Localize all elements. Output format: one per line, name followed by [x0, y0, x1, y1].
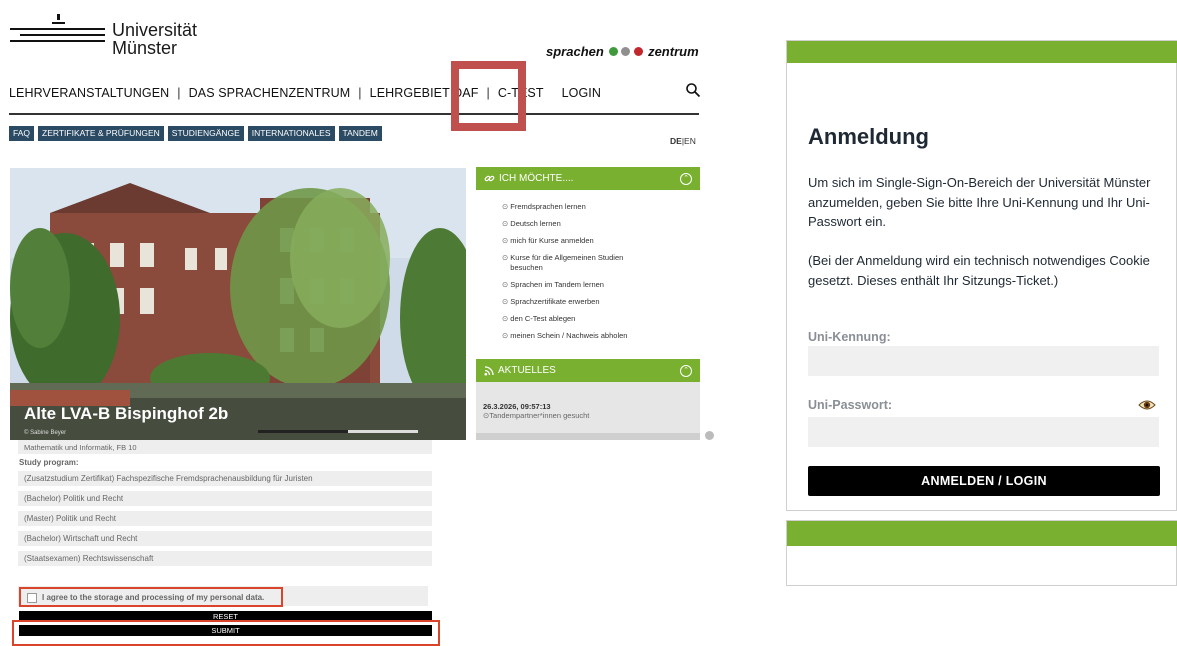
- university-logo-icon[interactable]: [10, 14, 105, 44]
- subnav-zertifikate[interactable]: ZERTIFIKATE & PRÜFUNGEN: [38, 126, 164, 141]
- subnav-internationales[interactable]: INTERNATIONALES: [247, 126, 335, 141]
- want-list: ⊙ Fremdsprachen lernen ⊙ Deutsch lernen ⊙ m…: [476, 190, 700, 341]
- news-entry[interactable]: 26.3.2026, 09:57:13 ⊙Tandempartner*innen…: [476, 382, 700, 420]
- consent-label[interactable]: I agree to the storage and processing of…: [42, 593, 264, 602]
- login-header-bar: [787, 41, 1177, 63]
- arrow-circle-icon: ⊙: [502, 297, 509, 306]
- news-item-link[interactable]: ⊙Tandempartner*innen gesucht: [483, 411, 693, 420]
- arrow-circle-icon: ⊙: [502, 219, 509, 228]
- list-item-label: Fremdsprachen lernen: [510, 202, 586, 211]
- news-widget-footer: [476, 433, 700, 440]
- list-item[interactable]: ⊙ Deutsch lernen: [502, 219, 700, 229]
- login-button[interactable]: ANMELDEN / LOGIN: [808, 466, 1160, 496]
- search-icon[interactable]: [685, 82, 701, 98]
- university-name: Universität Münster: [112, 21, 197, 57]
- news-item-label: Tandempartner*innen gesucht: [489, 411, 590, 420]
- rss-icon: [484, 365, 494, 375]
- study-program-option[interactable]: (Zusatzstudium Zertifikat) Fachspezifisc…: [18, 471, 432, 486]
- collapse-icon[interactable]: ⌃: [680, 364, 692, 377]
- nav-separator: |: [177, 86, 181, 100]
- faculty-field: Mathematik und Informatik, FB 10: [18, 440, 432, 454]
- scroll-handle[interactable]: [705, 431, 714, 440]
- arrow-circle-icon: ⊙: [502, 236, 509, 245]
- study-program-option[interactable]: (Staatsexamen) Rechtswissenschaft: [18, 551, 432, 566]
- login-title: Anmeldung: [808, 124, 929, 149]
- list-item-label: den C-Test ablegen: [510, 314, 576, 323]
- lang-en[interactable]: EN: [684, 136, 696, 146]
- list-item-label: meinen Schein / Nachweis abholen: [510, 331, 628, 340]
- study-program-option[interactable]: (Bachelor) Wirtschaft und Recht: [18, 531, 432, 546]
- news-date: 26.3.2026, 09:57:13: [483, 402, 551, 411]
- subnav-studiengaenge[interactable]: STUDIENGÄNGE: [167, 126, 244, 141]
- university-name-line1: Universität: [112, 20, 198, 40]
- logo-text-left: sprachen: [546, 44, 604, 59]
- university-name-line2: Münster: [112, 38, 178, 58]
- news-widget-header[interactable]: AKTUELLES ⌃: [476, 359, 700, 382]
- list-item[interactable]: ⊙ den C-Test ablegen: [502, 314, 700, 324]
- hero-caption: Alte LVA-B Bispinghof 2b: [24, 404, 229, 423]
- list-item-label: Sprachen im Tandem lernen: [510, 280, 604, 289]
- logo-dot-grey: [621, 47, 631, 56]
- arrow-circle-icon: ⊙: [502, 280, 509, 289]
- language-switch: DE|EN: [670, 136, 696, 146]
- hero-photo-credit: © Sabine Beyer: [24, 430, 67, 436]
- login-highlight-box: [451, 61, 526, 131]
- study-program-label: Study program:: [19, 458, 79, 467]
- submit-highlight-box: [12, 620, 440, 646]
- list-item[interactable]: ⊙ Sprachen im Tandem lernen: [502, 280, 700, 290]
- list-item-label: Sprachzertifikate erwerben: [510, 297, 600, 306]
- link-icon: [484, 175, 495, 182]
- nav-item-login[interactable]: LOGIN: [562, 86, 601, 100]
- want-widget-header[interactable]: ICH MÖCHTE.... ⌃: [476, 167, 700, 190]
- want-widget-title: ICH MÖCHTE....: [499, 173, 574, 184]
- nav-separator: |: [358, 86, 362, 100]
- hero-slider-indicator[interactable]: [258, 430, 348, 433]
- consent-checkbox[interactable]: [27, 593, 37, 603]
- list-item[interactable]: ⊙ Sprachzertifikate erwerben: [502, 297, 700, 307]
- nav-divider: [9, 113, 699, 115]
- collapse-icon[interactable]: ⌃: [680, 172, 692, 185]
- news-widget: AKTUELLES ⌃ 26.3.2026, 09:57:13 ⊙Tandemp…: [476, 359, 700, 439]
- hero-image: [10, 168, 466, 440]
- arrow-circle-icon: ⊙: [502, 331, 509, 340]
- study-program-option[interactable]: (Bachelor) Politik und Recht: [18, 491, 432, 506]
- sprachenzentrum-logo[interactable]: sprachen zentrum: [546, 44, 699, 59]
- eye-icon[interactable]: [1138, 399, 1156, 411]
- sub-navigation: FAQ ZERTIFIKATE & PRÜFUNGEN STUDIENGÄNGE…: [9, 126, 382, 141]
- list-item[interactable]: ⊙ Fremdsprachen lernen: [502, 202, 700, 212]
- list-item[interactable]: ⊙ meinen Schein / Nachweis abholen: [502, 331, 700, 341]
- list-item-label: Deutsch lernen: [510, 219, 561, 228]
- subnav-faq[interactable]: FAQ: [9, 126, 35, 141]
- arrow-circle-icon: ⊙: [502, 202, 509, 211]
- nav-item-lehrveranstaltungen[interactable]: LEHRVERANSTALTUNGEN: [9, 86, 169, 100]
- logo-dots: [608, 44, 644, 59]
- list-item-label: Kurse für die Allgemeinen Studien besuch…: [510, 253, 624, 272]
- nav-item-sprachenzentrum[interactable]: DAS SPRACHENZENTRUM: [189, 86, 351, 100]
- want-widget: ICH MÖCHTE.... ⌃ ⊙ Fremdsprachen lernen ⊙…: [476, 167, 700, 350]
- news-widget-title: AKTUELLES: [498, 365, 556, 376]
- subnav-tandem[interactable]: TANDEM: [338, 126, 382, 141]
- arrow-circle-icon: ⊙: [502, 253, 509, 262]
- lang-de[interactable]: DE: [670, 136, 682, 146]
- secondary-panel-header-bar: [787, 521, 1177, 546]
- logo-dot-green: [608, 47, 618, 56]
- logo-text-right: zentrum: [648, 44, 699, 59]
- cookie-note: (Bei der Anmeldung wird ein technisch no…: [808, 253, 1150, 288]
- list-item[interactable]: ⊙ Kurse für die Allgemeinen Studien besuc…: [502, 253, 652, 273]
- login-intro-text: Um sich im Single-Sign-On-Bereich der Un…: [808, 175, 1151, 229]
- list-item[interactable]: ⊙ mich für Kurse anmelden: [502, 236, 700, 246]
- logo-dot-red: [634, 47, 644, 56]
- password-field[interactable]: [808, 417, 1159, 447]
- study-program-option[interactable]: (Master) Politik und Recht: [18, 511, 432, 526]
- username-field[interactable]: [808, 346, 1159, 376]
- username-label: Uni-Kennung:: [808, 330, 891, 344]
- list-item-label: mich für Kurse anmelden: [510, 236, 594, 245]
- password-label: Uni-Passwort:: [808, 398, 893, 412]
- arrow-circle-icon: ⊙: [502, 314, 509, 323]
